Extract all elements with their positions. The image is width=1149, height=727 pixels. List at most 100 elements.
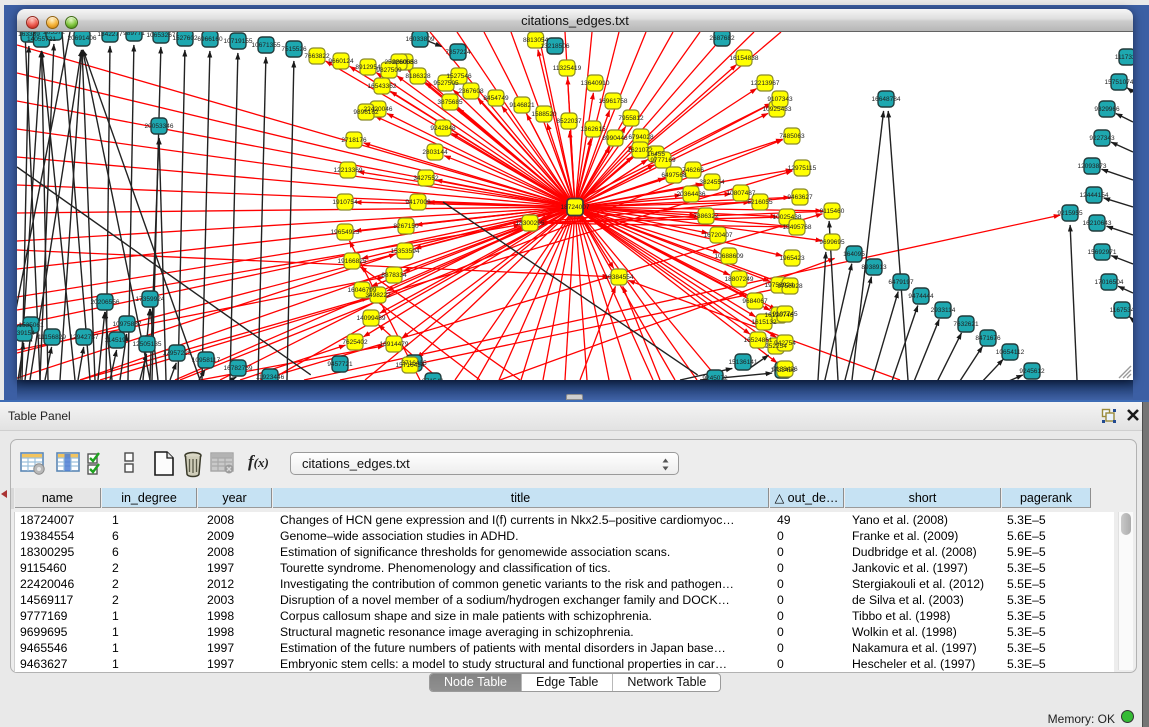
svg-text:9107343: 9107343	[767, 96, 793, 103]
svg-text:8454749: 8454749	[483, 95, 509, 102]
svg-text:18724007: 18724007	[561, 204, 590, 211]
svg-text:9107745: 9107745	[772, 311, 798, 318]
svg-text:12093873: 12093873	[1078, 163, 1107, 170]
svg-text:1527546: 1527546	[446, 73, 472, 80]
svg-text:13640910: 13640910	[581, 80, 610, 87]
svg-text:8471676: 8471676	[975, 335, 1001, 342]
svg-text:9756928: 9756928	[777, 283, 803, 290]
svg-text:9699695: 9699695	[819, 239, 845, 246]
svg-text:942754: 942754	[774, 340, 796, 347]
svg-text:1117324: 1117324	[1115, 54, 1133, 61]
svg-text:1965423: 1965423	[779, 255, 805, 262]
svg-text:6216055: 6216055	[747, 199, 773, 206]
svg-text:16720407: 16720407	[704, 232, 733, 239]
svg-text:16914479: 16914479	[380, 341, 409, 348]
svg-text:9457721: 9457721	[327, 361, 353, 368]
svg-text:16648784: 16648784	[872, 96, 901, 103]
svg-text:1167534: 1167534	[1110, 307, 1133, 314]
svg-text:1362615: 1362615	[580, 126, 606, 133]
svg-text:8813054: 8813054	[523, 37, 549, 44]
svg-text:9215955: 9215955	[1057, 210, 1083, 217]
svg-text:10654112: 10654112	[996, 349, 1025, 356]
svg-text:7663822: 7663822	[304, 53, 330, 60]
svg-text:15353594: 15353594	[391, 248, 420, 255]
svg-text:989771: 989771	[123, 32, 145, 37]
svg-text:7386322: 7386322	[693, 213, 719, 220]
svg-text:6794028: 6794028	[628, 134, 654, 141]
svg-text:10719155: 10719155	[224, 38, 253, 45]
svg-text:16033809: 16033809	[406, 36, 435, 43]
svg-text:8990448: 8990448	[602, 135, 628, 142]
svg-text:15692971: 15692971	[1088, 249, 1117, 256]
svg-text:8267150: 8267150	[393, 223, 419, 230]
svg-text:8522037: 8522037	[556, 118, 582, 125]
svg-text:20206556: 20206556	[91, 299, 120, 306]
svg-text:18807249: 18807249	[725, 276, 754, 283]
svg-text:11156829: 11156829	[38, 334, 66, 341]
svg-text:19166825: 19166825	[338, 258, 367, 265]
svg-text:9827509: 9827509	[376, 67, 402, 74]
svg-text:205572: 205572	[43, 32, 65, 36]
svg-text:9245072: 9245072	[702, 375, 728, 380]
svg-text:2933114: 2933114	[931, 307, 956, 314]
svg-text:164095: 164095	[843, 251, 865, 258]
svg-text:6497568: 6497568	[661, 172, 687, 179]
svg-text:1342277: 1342277	[97, 32, 123, 38]
svg-text:7632621: 7632621	[953, 321, 979, 328]
svg-text:18300295: 18300295	[516, 220, 545, 227]
svg-text:18495768: 18495768	[783, 224, 812, 231]
svg-text:25226058: 25226058	[385, 59, 414, 66]
svg-text:12444154: 12444154	[1080, 192, 1109, 199]
svg-text:9133426: 9133426	[772, 366, 798, 373]
svg-text:9660124: 9660124	[328, 58, 354, 65]
svg-text:20691406: 20691406	[68, 35, 97, 42]
svg-text:9777169: 9777169	[650, 157, 676, 164]
svg-text:12505135: 12505135	[133, 341, 162, 348]
svg-text:10958117: 10958117	[192, 357, 221, 364]
svg-text:14099489: 14099489	[357, 315, 386, 322]
svg-text:15136141: 15136141	[729, 359, 758, 366]
svg-text:9242848: 9242848	[430, 125, 456, 132]
svg-text:3875685: 3875685	[437, 99, 463, 106]
svg-text:7625402: 7625402	[342, 339, 368, 346]
svg-text:17957225: 17957225	[163, 350, 192, 357]
svg-text:2687682: 2687682	[709, 35, 735, 42]
svg-text:16961758: 16961758	[599, 98, 628, 105]
svg-text:8878334: 8878334	[381, 272, 407, 279]
svg-text:16210643: 16210643	[1083, 220, 1112, 227]
svg-text:9329966: 9329966	[1094, 106, 1120, 113]
svg-text:9896162: 9896162	[353, 109, 379, 116]
svg-text:1588520: 1588520	[531, 111, 557, 118]
svg-text:14055721: 14055721	[27, 36, 56, 43]
svg-text:3824554: 3824554	[699, 179, 725, 186]
svg-text:10025438: 10025438	[773, 214, 802, 221]
svg-text:7955812: 7955812	[618, 115, 644, 122]
svg-text:1145194: 1145194	[105, 337, 130, 344]
svg-text:12213967: 12213967	[751, 80, 780, 87]
svg-text:9146821: 9146821	[509, 102, 535, 109]
svg-text:12975115: 12975115	[788, 165, 817, 172]
svg-text:11325419: 11325419	[553, 65, 582, 72]
svg-text:13218506: 13218506	[541, 43, 570, 50]
svg-text:15751074: 15751074	[1105, 79, 1133, 86]
svg-text:12942737: 12942737	[70, 334, 99, 341]
svg-text:1615132: 1615132	[751, 319, 777, 326]
svg-text:10688609: 10688609	[715, 253, 744, 260]
svg-text:20053346: 20053346	[145, 123, 174, 130]
svg-text:17359924: 17359924	[136, 296, 165, 303]
svg-text:6966160: 6966160	[197, 36, 223, 43]
svg-text:9474444: 9474444	[908, 293, 934, 300]
svg-text:10925433: 10925433	[763, 106, 792, 113]
svg-text:16782759: 16782759	[224, 365, 253, 372]
svg-text:9684067: 9684067	[742, 298, 768, 305]
svg-text:9115460: 9115460	[820, 208, 845, 215]
svg-text:6479197: 6479197	[888, 279, 914, 286]
svg-text:9227343: 9227343	[1089, 135, 1115, 142]
svg-text:11923446: 11923446	[256, 374, 285, 380]
svg-text:7857224: 7857224	[445, 49, 471, 56]
svg-text:9527505: 9527505	[433, 80, 459, 87]
svg-text:2803144: 2803144	[422, 149, 448, 156]
svg-text:1910754: 1910754	[332, 199, 358, 206]
svg-text:2367608: 2367608	[458, 88, 484, 95]
svg-text:8186328: 8186328	[405, 73, 431, 80]
